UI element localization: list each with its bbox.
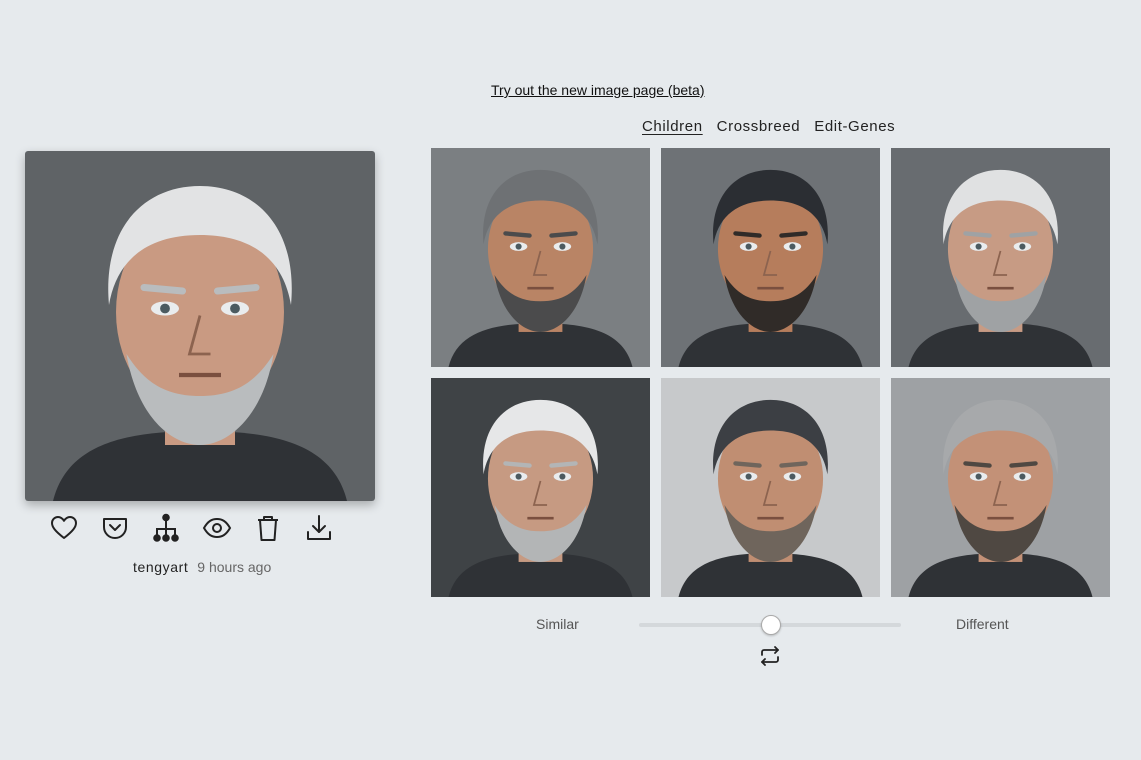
child-image[interactable]	[431, 148, 650, 367]
child-image[interactable]	[891, 148, 1110, 367]
children-grid	[431, 148, 1110, 597]
slider-label-similar: Similar	[536, 616, 579, 632]
swap-arrows-icon	[761, 646, 779, 666]
tab-children[interactable]: Children	[642, 118, 703, 135]
family-tree-icon	[152, 513, 179, 542]
download-button[interactable]	[301, 510, 336, 545]
view-button[interactable]	[199, 510, 234, 545]
slider-handle[interactable]	[761, 615, 781, 635]
author-name[interactable]: tengyart	[133, 559, 188, 575]
main-portrait-image[interactable]	[25, 151, 375, 501]
child-image[interactable]	[661, 378, 880, 597]
trash-icon	[257, 515, 278, 541]
child-image[interactable]	[661, 148, 880, 367]
like-button[interactable]	[46, 510, 81, 545]
timestamp: 9 hours ago	[197, 559, 272, 575]
child-image[interactable]	[431, 378, 650, 597]
slider-label-different: Different	[956, 616, 1009, 632]
beta-page-link[interactable]: Try out the new image page (beta)	[491, 82, 705, 98]
regenerate-button[interactable]	[758, 644, 782, 668]
image-action-bar	[46, 510, 336, 545]
tab-crossbreed[interactable]: Crossbreed	[717, 118, 801, 135]
child-image[interactable]	[891, 378, 1110, 597]
image-meta: tengyart 9 hours ago	[133, 559, 271, 575]
page: Try out the new image page (beta) Childr…	[0, 0, 1141, 760]
variation-slider-row: Similar Different	[536, 614, 1016, 636]
eye-icon	[202, 517, 231, 538]
pocket-icon	[102, 517, 127, 539]
family-tree-button[interactable]	[148, 510, 183, 545]
download-icon	[306, 514, 331, 540]
tab-edit-genes[interactable]: Edit-Genes	[814, 118, 895, 135]
tab-bar: Children Crossbreed Edit-Genes	[642, 118, 895, 135]
heart-icon	[50, 515, 77, 539]
variation-slider[interactable]	[639, 615, 901, 635]
save-to-pocket-button[interactable]	[97, 510, 132, 545]
delete-button[interactable]	[250, 510, 285, 545]
